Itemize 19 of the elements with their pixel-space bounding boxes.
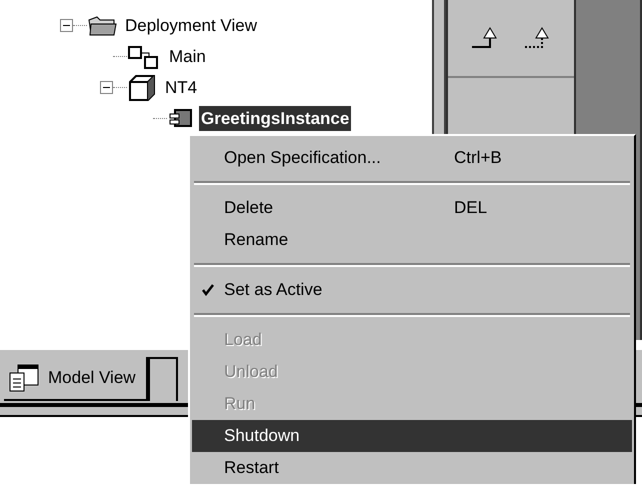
menu-item[interactable]: Open Specification... Ctrl+B [192, 142, 632, 174]
menu-item[interactable]: Set as Active [192, 274, 632, 306]
check-icon [202, 284, 214, 296]
tree-view-icon [8, 363, 40, 393]
tree-item[interactable]: Deployment View [123, 12, 259, 38]
cube-icon [127, 72, 157, 102]
menu-item[interactable]: Rename [192, 224, 632, 256]
collapse-toggle[interactable] [100, 81, 113, 94]
view-tab[interactable]: Model View [4, 357, 148, 401]
menu-item[interactable]: Shutdown [192, 420, 632, 452]
tree-item[interactable]: GreetingsInstance [199, 106, 352, 132]
menu-item[interactable]: Restart [192, 452, 632, 484]
component-icon [167, 108, 193, 130]
menu-item[interactable]: Delete DEL [192, 192, 632, 224]
partial-tab[interactable] [148, 357, 178, 401]
tree-item[interactable]: NT4 [163, 74, 200, 100]
tree-item[interactable]: Main [167, 44, 208, 70]
folder-icon [87, 14, 117, 38]
collapse-toggle[interactable] [60, 19, 73, 32]
